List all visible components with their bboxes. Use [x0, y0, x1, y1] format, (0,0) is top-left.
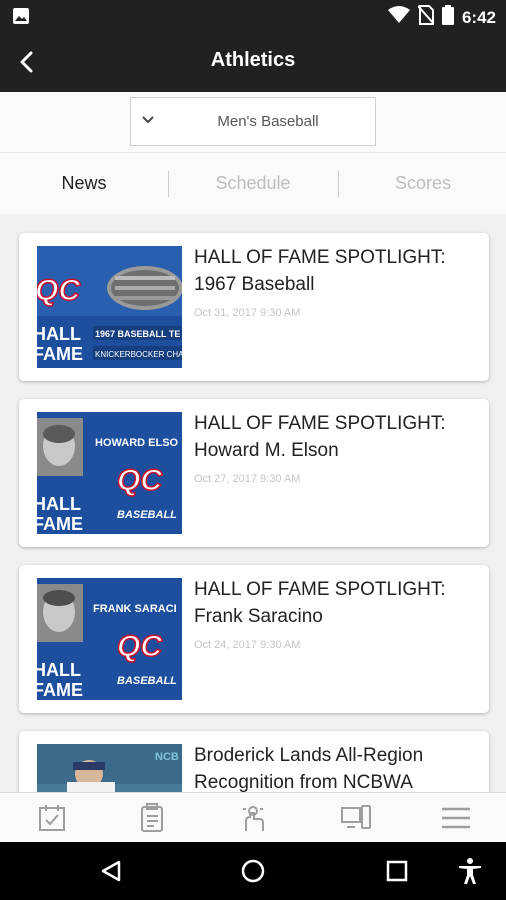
- thumb-hof-2: FAME: [37, 680, 83, 700]
- thumb-sport: BASEBALL: [117, 509, 177, 521]
- news-title: HALL OF FAME SPOTLIGHT: 1967 Baseball: [194, 247, 446, 295]
- news-card-text: HALL OF FAME SPOTLIGHT: Frank Saracino O…: [194, 576, 479, 652]
- tab-scores[interactable]: Scores: [339, 153, 506, 215]
- thumb-logo: QC: [117, 630, 163, 663]
- thumb-caption: 1967 BASEBALL TE: [95, 329, 180, 339]
- status-bar: 6:42: [0, 0, 506, 32]
- battery-icon: [441, 5, 454, 30]
- image-icon: [12, 7, 30, 30]
- news-title: HALL OF FAME SPOTLIGHT: Howard M. Elson: [194, 413, 446, 461]
- menu-icon[interactable]: [436, 803, 476, 833]
- no-sim-icon: [417, 5, 435, 30]
- tab-schedule[interactable]: Schedule: [169, 153, 337, 215]
- tab-bar: News Schedule Scores: [0, 152, 506, 214]
- home-circle-icon[interactable]: [238, 856, 268, 886]
- news-card-text: HALL OF FAME SPOTLIGHT: 1967 Baseball Oc…: [194, 244, 479, 320]
- devices-icon[interactable]: [336, 803, 376, 833]
- thumb-hof-1: HALL: [37, 494, 81, 514]
- thumb-hof-2: FAME: [37, 344, 83, 364]
- thumb-name: HOWARD ELSO: [95, 437, 179, 449]
- news-thumbnail: NCB: [37, 744, 182, 792]
- svg-text:QC: QC: [37, 274, 81, 307]
- page-title: Athletics: [210, 49, 296, 71]
- news-date: Oct 24, 2017 9:30 AM: [194, 639, 301, 651]
- sport-dropdown-value: Men's Baseball: [217, 113, 319, 130]
- hand-touch-icon[interactable]: [233, 803, 273, 833]
- sport-dropdown[interactable]: Men's Baseball: [130, 97, 376, 146]
- thumb-subcaption: KNICKERBOCKER CHAMP: [95, 350, 182, 359]
- news-card-text: HALL OF FAME SPOTLIGHT: Howard M. Elson …: [194, 410, 479, 486]
- thumb-hof-1: HALL: [37, 660, 81, 680]
- news-card[interactable]: NCB Broderick Lands All-Region Recogniti…: [19, 731, 489, 792]
- selector-area: Men's Baseball: [0, 92, 506, 152]
- news-thumbnail: QC 1967 BASEBALL TE KNICKERBOCKER CHAMP …: [37, 246, 182, 368]
- news-card[interactable]: QC 1967 BASEBALL TE KNICKERBOCKER CHAMP …: [19, 233, 489, 381]
- thumb-logo: QC: [117, 464, 163, 497]
- news-thumbnail: HOWARD ELSO QC BASEBALL HALL FAME: [37, 412, 182, 534]
- checklist-calendar-icon[interactable]: [32, 803, 72, 833]
- news-list: QC 1967 BASEBALL TE KNICKERBOCKER CHAMP …: [0, 214, 506, 792]
- news-thumbnail: FRANK SARACI QC BASEBALL HALL FAME: [37, 578, 182, 700]
- wifi-icon: [387, 6, 410, 29]
- clock: 6:42: [461, 7, 496, 27]
- news-title: Broderick Lands All-Region Recognition f…: [194, 745, 424, 792]
- news-date: Oct 31, 2017 9:30 AM: [194, 307, 301, 319]
- accessibility-icon[interactable]: [455, 856, 485, 886]
- news-card-text: Broderick Lands All-Region Recognition f…: [194, 742, 479, 792]
- app-bar: Athletics: [0, 32, 506, 92]
- thumb-sport: BASEBALL: [117, 675, 177, 687]
- clipboard-icon[interactable]: [132, 803, 172, 833]
- app-root: 6:42 Athletics Men's Baseball News Sched…: [0, 0, 506, 900]
- news-card[interactable]: FRANK SARACI QC BASEBALL HALL FAME HALL …: [19, 565, 489, 713]
- system-nav-bar: [0, 842, 506, 900]
- thumb-name: FRANK SARACI: [93, 603, 177, 615]
- bottom-nav: [0, 792, 506, 842]
- tab-news[interactable]: News: [0, 153, 168, 215]
- thumb-hof-2: FAME: [37, 514, 83, 534]
- thumb-hof-1: HALL: [37, 324, 81, 344]
- recents-square-icon[interactable]: [382, 856, 412, 886]
- news-title: HALL OF FAME SPOTLIGHT: Frank Saracino: [194, 579, 446, 627]
- back-triangle-icon[interactable]: [96, 856, 126, 886]
- chevron-down-icon: [141, 113, 155, 132]
- news-card[interactable]: HOWARD ELSO QC BASEBALL HALL FAME HALL O…: [19, 399, 489, 547]
- news-date: Oct 27, 2017 9:30 AM: [194, 473, 301, 485]
- thumb-banner: NCB: [155, 751, 179, 763]
